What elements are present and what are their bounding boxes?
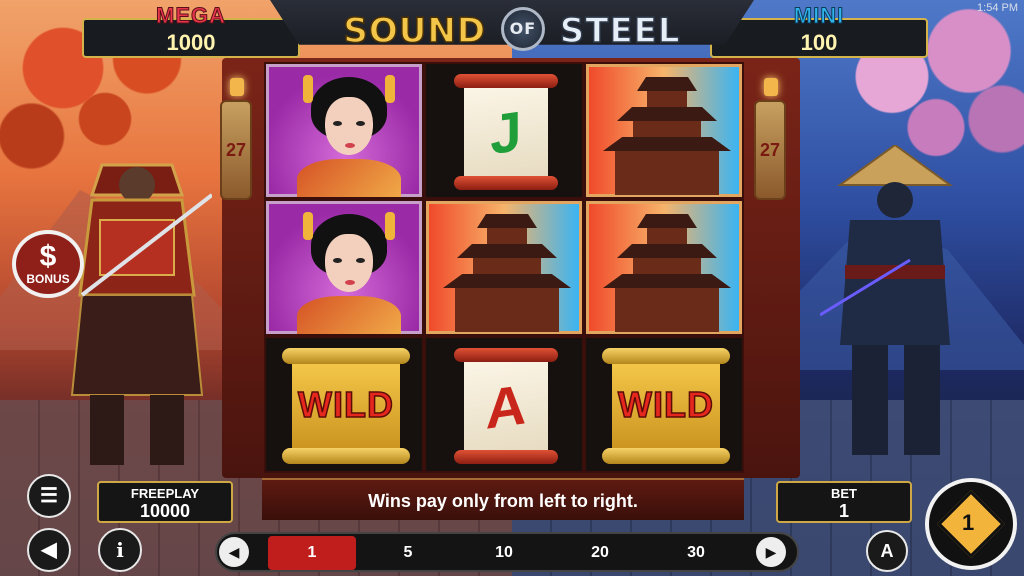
- freeplay-value: 10000: [139, 501, 191, 521]
- reel-cell-wild: WILD: [264, 336, 424, 473]
- bet-display[interactable]: BET 1: [776, 481, 912, 523]
- lantern-icon: [230, 78, 244, 96]
- wild-text: WILD: [617, 383, 714, 426]
- title-steel: STEEL: [559, 10, 681, 52]
- freeplay-label: FREEPLAY: [130, 486, 200, 501]
- title-sound: SOUND: [343, 10, 487, 52]
- menu-button[interactable]: ☰: [27, 474, 71, 518]
- line-option-5[interactable]: 5: [364, 536, 452, 570]
- samurai-character: [70, 163, 212, 465]
- autoplay-label: A: [880, 541, 894, 561]
- freeplay-balance: FREEPLAY 10000: [97, 481, 233, 523]
- pagoda-symbol: [586, 64, 742, 197]
- wild-text: WILD: [297, 383, 394, 426]
- next-lines-button[interactable]: ▶: [756, 537, 786, 567]
- reel-cell-pagoda: [584, 199, 744, 336]
- geisha-symbol: [266, 201, 422, 334]
- mini-value: 100: [800, 30, 838, 55]
- reel-cell-j: J: [424, 62, 584, 199]
- wild-symbol: WILD: [280, 348, 412, 466]
- mega-jackpot: MEGA 1000: [82, 3, 300, 58]
- reel-cell-a: A: [424, 336, 584, 473]
- game-scene: MEGA 1000 MINI 100 1:54 PM SOUND OF STEE…: [0, 0, 1024, 576]
- info-button[interactable]: i: [98, 528, 142, 572]
- mega-value: 1000: [166, 30, 216, 55]
- reel-cell-pagoda: [584, 62, 744, 199]
- reel-cell-geisha: [264, 62, 424, 199]
- title-of-emblem: OF: [500, 6, 545, 51]
- spin-button[interactable]: 1: [925, 478, 1017, 570]
- prev-lines-button[interactable]: ◀: [219, 537, 249, 567]
- sound-button[interactable]: ◀: [27, 528, 71, 572]
- info-icon: i: [116, 538, 124, 562]
- clock: 1:54 PM: [977, 2, 1018, 14]
- game-title: SOUND OF STEEL: [280, 6, 744, 52]
- reel-cell-geisha: [264, 199, 424, 336]
- geisha-symbol: [266, 64, 422, 197]
- reel-grid: J WILD A WILD: [264, 62, 744, 474]
- spin-label: 1: [962, 510, 975, 535]
- chevron-left-icon: ◀: [228, 544, 240, 560]
- ways-counter-left: 27: [220, 100, 252, 200]
- bet-label: BET: [831, 486, 857, 501]
- speaker-icon: ◀: [41, 539, 57, 561]
- autoplay-button[interactable]: A: [866, 530, 908, 572]
- lantern-icon: [764, 78, 778, 96]
- bonus-button[interactable]: $ BONUS: [12, 230, 84, 298]
- mega-label: MEGA: [156, 3, 226, 29]
- message-bar: Wins pay only from left to right.: [262, 478, 744, 520]
- reel-cell-pagoda: [424, 199, 584, 336]
- chevron-right-icon: ▶: [765, 544, 777, 560]
- reel-cell-wild: WILD: [584, 336, 744, 473]
- line-option-20[interactable]: 20: [556, 536, 644, 570]
- pagoda-symbol: [586, 201, 742, 334]
- wild-symbol: WILD: [600, 348, 732, 466]
- dollar-icon: $: [39, 240, 57, 273]
- line-option-30[interactable]: 30: [652, 536, 740, 570]
- menu-icon: ☰: [40, 485, 58, 507]
- ninja-character: [820, 145, 954, 455]
- scroll-a-symbol: A: [454, 348, 558, 464]
- scroll-j-symbol: J: [454, 74, 558, 190]
- win-message: Wins pay only from left to right.: [368, 491, 638, 511]
- line-option-10[interactable]: 10: [460, 536, 548, 570]
- bonus-label: BONUS: [26, 272, 70, 286]
- pagoda-symbol: [426, 201, 582, 334]
- line-option-1[interactable]: 1: [268, 536, 356, 570]
- ways-counter-right: 27: [754, 100, 786, 200]
- bet-value: 1: [838, 501, 849, 521]
